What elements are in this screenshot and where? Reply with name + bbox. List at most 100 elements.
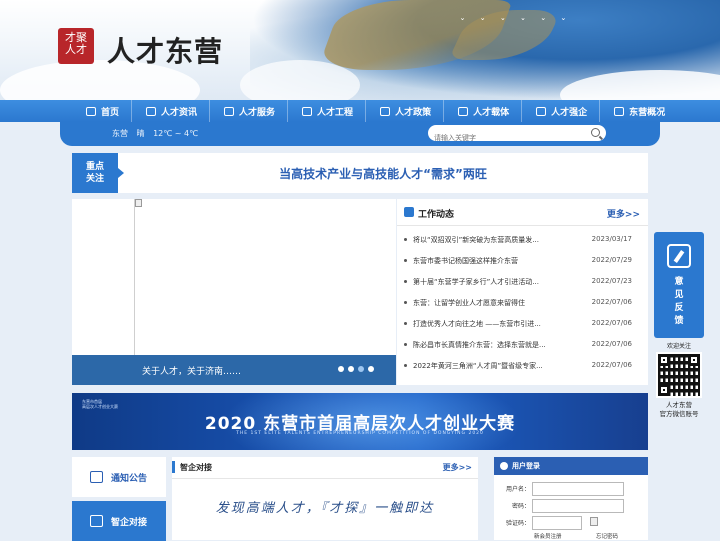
news-item[interactable]: 第十届“东营学子家乡行”人才引进活动... 2022/07/23 (397, 275, 648, 296)
tab-talent-label: 智企对接 (111, 517, 148, 528)
news-item-title[interactable]: 陈必昌市长真情推介东营：选择东营就是... (413, 340, 583, 350)
overview-icon (614, 106, 625, 116)
site-logo-seal[interactable]: 才聚 人才 (58, 28, 94, 64)
image-slider: 关于人才，关于济南…… (72, 199, 396, 385)
news-item-title[interactable]: 将以“双招双引”新突破为东营高质量发... (413, 235, 583, 245)
connect-header-bar (172, 461, 175, 473)
slider-dot[interactable] (348, 366, 354, 372)
connect-icon (90, 515, 103, 527)
service-icon (224, 106, 235, 116)
tab-notice-label: 通知公告 (111, 473, 148, 484)
nav-item-7[interactable]: 东营概况 (599, 100, 677, 122)
connect-slogan[interactable]: 发现高端人才，『才探』一触即达 (172, 497, 478, 516)
slide-caption: 关于人才，关于济南…… (72, 355, 396, 385)
nav-item-label: 人才服务 (239, 107, 276, 118)
connect-more-link[interactable]: 更多>> (443, 462, 472, 473)
nav-item-label: 东营概况 (629, 107, 666, 118)
news-item-title[interactable]: 东营市委书记杨国强这样推介东营 (413, 256, 583, 266)
qr-caption-line1: 人才东营 (666, 401, 692, 409)
news-item[interactable]: 陈必昌市长真情推介东营：选择东营就是... 2022/07/06 (397, 338, 648, 359)
news-title: 工作动态 (418, 210, 455, 220)
news-item[interactable]: 将以“双招双引”新突破为东营高质量发... 2023/03/17 (397, 233, 648, 254)
qr-title: 欢迎关注 (666, 343, 691, 350)
banner-logo: 东营市首届 高层次人才创业大赛 (82, 399, 118, 409)
captcha-input[interactable] (532, 516, 582, 530)
nav-item-5[interactable]: 人才载体 (443, 100, 521, 122)
birds-decoration: ˇ ˇ ˇ ˇ ˇ ˇ (460, 18, 572, 29)
news-item-title[interactable]: 打造优秀人才向往之地 ——东营市引进... (413, 319, 583, 329)
news-item-title[interactable]: 东营：让留学创业人才愿意来留得住 (413, 298, 583, 308)
search-input[interactable] (428, 130, 578, 146)
nav-item-0[interactable]: 首页 (72, 100, 131, 122)
news-header: 工作动态 更多>> (397, 199, 648, 226)
slider-dot[interactable] (338, 366, 344, 372)
project-icon (302, 106, 313, 116)
bullet-icon (404, 343, 407, 346)
bullet-icon (404, 259, 407, 262)
feedback-button[interactable]: 意见反馈 (654, 232, 704, 338)
news-item[interactable]: 东营：让留学创业人才愿意来留得住 2022/07/06 (397, 296, 648, 317)
info-bar: 东营 晴 12℃ ~ 4℃ (60, 122, 660, 146)
tab-notice[interactable]: 通知公告 (72, 457, 166, 497)
password-input[interactable] (532, 499, 624, 513)
wechat-qr-code (656, 352, 702, 398)
policy-icon (380, 106, 391, 116)
broken-image-icon (135, 199, 142, 207)
focus-badge: 重点 关注 (72, 153, 124, 193)
captcha-image[interactable] (590, 517, 598, 526)
nav-item-label: 人才载体 (473, 107, 510, 118)
nav-item-4[interactable]: 人才政策 (365, 100, 443, 122)
password-row: 密码： (494, 499, 648, 514)
focus-headline-link[interactable]: 当高技术产业与高技能人才“需求”两旺 (118, 165, 648, 182)
nav-item-1[interactable]: 人才资讯 (131, 100, 209, 122)
nav-item-label: 人才强企 (551, 107, 588, 118)
slider-dot[interactable] (368, 366, 374, 372)
weather-city: 东营 (112, 129, 128, 138)
slide-caption-text[interactable]: 关于人才，关于济南…… (142, 367, 241, 377)
feedback-label: 意见反馈 (674, 277, 684, 326)
tab-talent-connect[interactable]: 智企对接 (72, 501, 166, 541)
news-item-title[interactable]: 2022年黄河三角洲“人才周”暨省级专家... (413, 361, 583, 371)
news-item-date: 2022/07/23 (591, 277, 632, 285)
news-item[interactable]: 打造优秀人才向往之地 ——东营市引进... 2022/07/06 (397, 317, 648, 338)
username-label: 用户名： (505, 486, 530, 493)
news-item-date: 2022/07/06 (591, 319, 632, 327)
nav-item-6[interactable]: 人才强企 (521, 100, 599, 122)
search-icon[interactable] (591, 128, 600, 137)
weather-condition: 晴 (136, 129, 145, 138)
edit-icon (667, 244, 691, 268)
news-list: 将以“双招双引”新突破为东营高质量发... 2023/03/17 东营市委书记杨国强… (397, 233, 648, 380)
captcha-row: 验证码： (494, 516, 648, 531)
talent-connect-panel: 智企对接 更多>> 发现高端人才，『才探』一触即达 (172, 457, 478, 540)
bullet-icon (404, 280, 407, 283)
work-news-panel: 工作动态 更多>> 将以“双招双引”新突破为东营高质量发... 2023/03/1… (397, 199, 648, 385)
focus-badge-line2: 关注 (85, 174, 104, 184)
user-icon (500, 462, 508, 470)
nav-item-2[interactable]: 人才服务 (209, 100, 287, 122)
news-more-link[interactable]: 更多>> (607, 207, 640, 220)
slide-image[interactable] (134, 199, 396, 355)
main-nav: 首页 人才资讯 人才服务 人才工程 人才政策 人才载体 人才强企 东营概况 (0, 100, 720, 122)
login-panel: 用户登录 用户名： 密码： 验证码： 新会员注册 忘记密码 (494, 457, 648, 540)
news-item-date: 2023/03/17 (591, 235, 632, 243)
captcha-label: 验证码： (505, 520, 530, 527)
news-item[interactable]: 2022年黄河三角洲“人才周”暨省级专家... 2022/07/06 (397, 359, 648, 380)
focus-section: 重点 关注 当高技术产业与高技能人才“需求”两旺 (72, 153, 648, 193)
bullet-icon (404, 301, 407, 304)
news-item-title[interactable]: 第十届“东营学子家乡行”人才引进活动... (413, 277, 583, 287)
focus-badge-line1: 重点 (85, 162, 104, 172)
slider-dot[interactable] (358, 366, 364, 372)
weather-temperature: 12℃ ~ 4℃ (153, 129, 199, 138)
username-input[interactable] (532, 482, 624, 496)
nav-item-3[interactable]: 人才工程 (287, 100, 365, 122)
news-icon (146, 106, 157, 116)
competition-banner[interactable]: 东营市首届 高层次人才创业大赛 2020 东营市首届高层次人才创业大赛 THE … (72, 393, 648, 450)
banner-subtitle: THE 1ST ELITE TALENTS ENTREPRENEURSHIP C… (236, 431, 484, 436)
site-title[interactable]: 人才东营 (107, 30, 223, 70)
news-item[interactable]: 东营市委书记杨国强这样推介东营 2022/07/29 (397, 254, 648, 275)
register-link[interactable]: 新会员注册 (534, 532, 562, 540)
login-header: 用户登录 (494, 457, 648, 475)
nav-item-label: 人才工程 (317, 107, 354, 118)
nav-item-label: 首页 (101, 107, 120, 118)
forgot-password-link[interactable]: 忘记密码 (596, 532, 618, 540)
